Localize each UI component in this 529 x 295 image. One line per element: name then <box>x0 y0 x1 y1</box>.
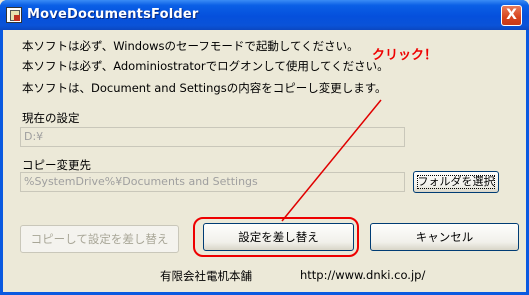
company-url[interactable]: http://www.dnki.co.jp/ <box>300 268 425 282</box>
company-name: 有限会社電机本舗 <box>160 269 252 283</box>
click-annotation-arrow <box>281 99 382 222</box>
